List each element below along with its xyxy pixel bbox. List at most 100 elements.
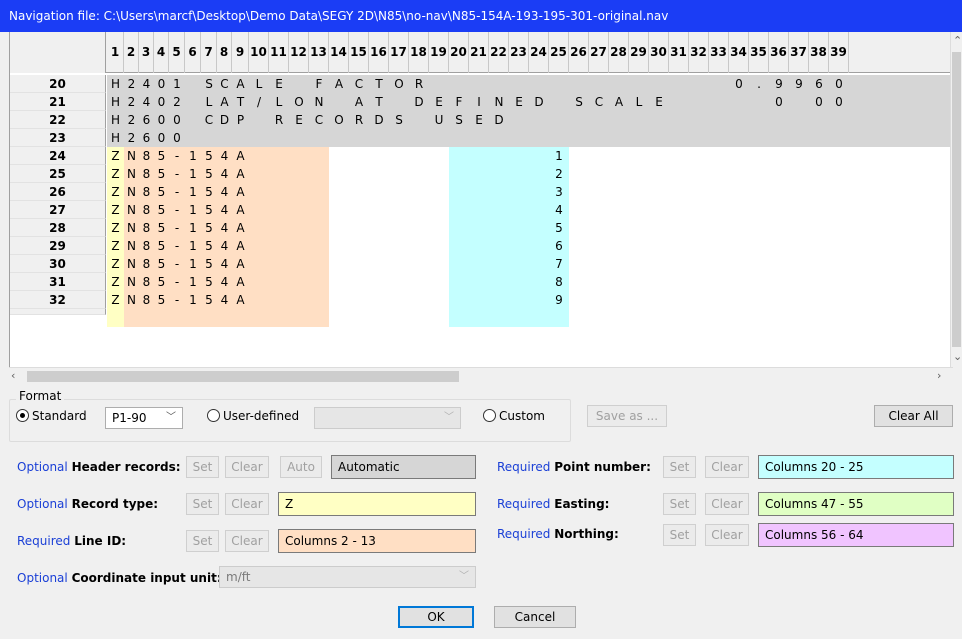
point-number-clear-button[interactable]: Clear — [705, 456, 749, 478]
grid-cell[interactable]: 5 — [201, 183, 217, 201]
grid-cell[interactable]: S — [449, 111, 469, 129]
row-header[interactable]: 29 — [10, 237, 106, 255]
column-header[interactable]: 30 — [649, 32, 669, 73]
northing-clear-button[interactable]: Clear — [705, 524, 749, 546]
grid-cell[interactable]: 5 — [154, 255, 169, 273]
grid-cell[interactable]: 4 — [217, 291, 232, 309]
grid-cell[interactable]: A — [232, 183, 249, 201]
grid-cell[interactable]: A — [329, 75, 349, 93]
grid-cell[interactable]: C — [589, 93, 609, 111]
grid-cell[interactable]: 0 — [729, 75, 749, 93]
grid-cell[interactable]: 8 — [139, 273, 154, 291]
grid-cell[interactable]: 0 — [169, 111, 185, 129]
grid-cell[interactable]: Z — [107, 291, 124, 309]
grid-cell[interactable]: 0 — [154, 111, 169, 129]
grid-cell[interactable]: Z — [107, 273, 124, 291]
grid-cell[interactable]: A — [232, 219, 249, 237]
grid-cell[interactable]: 4 — [217, 201, 232, 219]
grid-cell[interactable]: A — [217, 93, 232, 111]
grid-cell[interactable]: 5 — [154, 273, 169, 291]
grid-cell[interactable]: T — [369, 93, 389, 111]
column-header[interactable]: 4 — [154, 32, 169, 73]
grid-cell[interactable]: 4 — [217, 237, 232, 255]
easting-field[interactable]: Columns 47 - 55 — [758, 492, 954, 516]
grid-cell[interactable]: L — [201, 93, 217, 111]
scroll-up-icon[interactable]: ⌃ — [953, 32, 961, 49]
column-header[interactable]: 9 — [232, 32, 249, 73]
grid-cell[interactable]: 0 — [829, 75, 849, 93]
grid-cell[interactable]: N — [124, 291, 139, 309]
grid-cell[interactable]: Z — [107, 219, 124, 237]
grid-cell[interactable]: 8 — [139, 255, 154, 273]
grid-cell[interactable]: 8 — [139, 165, 154, 183]
grid-cell[interactable]: Z — [107, 201, 124, 219]
column-header[interactable]: 19 — [429, 32, 449, 73]
grid-cell[interactable]: 6 — [549, 237, 569, 255]
grid-cell[interactable]: 5 — [201, 273, 217, 291]
grid-cell[interactable]: 2 — [124, 129, 139, 147]
grid-cell[interactable]: 4 — [139, 93, 154, 111]
column-header[interactable]: 33 — [709, 32, 729, 73]
grid-cell[interactable]: O — [389, 75, 409, 93]
grid-cell[interactable]: 5 — [201, 219, 217, 237]
column-header[interactable]: 10 — [249, 32, 269, 73]
grid-cell[interactable]: 2 — [169, 93, 185, 111]
grid-cell[interactable]: E — [269, 75, 289, 93]
grid-cell[interactable]: 8 — [139, 147, 154, 165]
grid-cell[interactable]: 0 — [154, 93, 169, 111]
grid-cell[interactable]: Z — [107, 255, 124, 273]
custom-radio[interactable]: Custom — [483, 409, 545, 423]
grid-cell[interactable]: 1 — [185, 273, 201, 291]
grid-cell[interactable]: 8 — [139, 183, 154, 201]
scroll-left-icon[interactable]: ‹ — [11, 367, 15, 384]
grid-cell[interactable]: E — [429, 93, 449, 111]
grid-cell[interactable]: 1 — [185, 237, 201, 255]
grid-cell[interactable]: - — [169, 291, 185, 309]
grid-cell[interactable]: 5 — [154, 219, 169, 237]
column-header[interactable]: 24 — [529, 32, 549, 73]
column-header[interactable]: 37 — [789, 32, 809, 73]
row-header[interactable]: 25 — [10, 165, 106, 183]
column-header[interactable]: 21 — [469, 32, 489, 73]
grid-cell[interactable]: H — [107, 129, 124, 147]
grid-cell[interactable]: 5 — [154, 237, 169, 255]
grid-cell[interactable]: 5 — [154, 201, 169, 219]
grid-cell[interactable]: 4 — [217, 273, 232, 291]
grid-cell[interactable]: A — [232, 255, 249, 273]
grid-cell[interactable]: C — [309, 111, 329, 129]
grid-cell[interactable]: 8 — [139, 291, 154, 309]
grid-cell[interactable]: 0 — [809, 93, 829, 111]
grid-cell[interactable]: A — [232, 273, 249, 291]
grid-cell[interactable]: R — [269, 111, 289, 129]
grid-cell[interactable]: - — [169, 255, 185, 273]
grid-cell[interactable]: 0 — [154, 75, 169, 93]
northing-set-button[interactable]: Set — [663, 524, 696, 546]
column-header[interactable]: 3 — [139, 32, 154, 73]
row-header[interactable]: 21 — [10, 93, 106, 111]
grid-cell[interactable]: N — [124, 147, 139, 165]
grid-cell[interactable]: 5 — [154, 183, 169, 201]
grid-cell[interactable]: - — [169, 147, 185, 165]
grid-cell[interactable]: S — [569, 93, 589, 111]
grid-cell[interactable]: 8 — [139, 201, 154, 219]
column-header[interactable]: 16 — [369, 32, 389, 73]
vertical-scroll-thumb[interactable] — [952, 52, 961, 347]
grid-cell[interactable]: 8 — [139, 219, 154, 237]
grid-cell[interactable]: A — [349, 93, 369, 111]
grid-cell[interactable]: 4 — [217, 183, 232, 201]
grid-cell[interactable]: P — [232, 111, 249, 129]
grid-cell[interactable]: 1 — [185, 165, 201, 183]
scroll-right-icon[interactable]: › — [937, 367, 941, 384]
row-header[interactable]: 22 — [10, 111, 106, 129]
standard-radio[interactable]: Standard — [16, 409, 87, 423]
scroll-down-icon[interactable]: ⌄ — [953, 348, 961, 365]
grid-cell[interactable]: A — [232, 291, 249, 309]
ok-button[interactable]: OK — [398, 606, 474, 628]
grid-cell[interactable]: Z — [107, 147, 124, 165]
line-id-set-button[interactable]: Set — [186, 530, 219, 552]
grid-cell[interactable]: L — [249, 75, 269, 93]
standard-format-select[interactable]: P1-90 ﹀ — [105, 407, 183, 429]
grid-cell[interactable]: H — [107, 93, 124, 111]
grid-cell[interactable]: / — [249, 93, 269, 111]
grid-cell[interactable]: 4 — [549, 201, 569, 219]
